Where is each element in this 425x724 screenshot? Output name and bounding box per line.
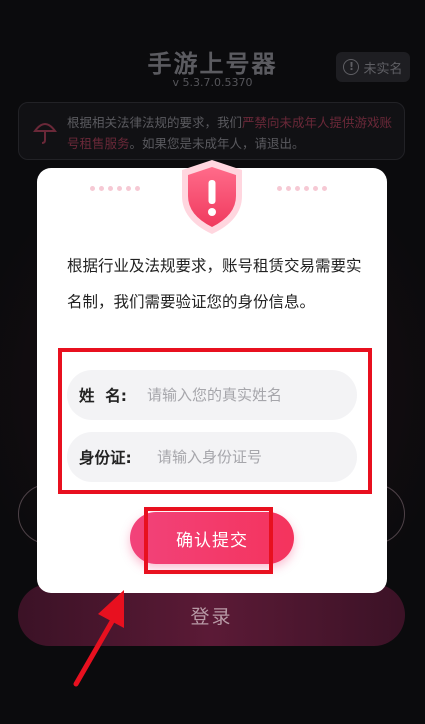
login-button[interactable]: 登录 bbox=[18, 584, 405, 646]
warning-shield-icon bbox=[182, 160, 242, 234]
verification-message: 根据行业及法规要求，账号租赁交易需要实名制，我们需要验证您的身份信息。 bbox=[67, 257, 362, 311]
decorative-dots-left bbox=[90, 186, 140, 191]
umbrella-icon bbox=[33, 123, 57, 144]
id-number-label: 身份证: bbox=[79, 449, 132, 467]
id-number-input[interactable] bbox=[157, 432, 347, 482]
decorative-dots-right bbox=[277, 186, 327, 191]
unverified-label: 未实名 bbox=[363, 61, 403, 77]
name-input[interactable] bbox=[147, 370, 347, 420]
confirm-submit-button[interactable]: 确认提交 bbox=[130, 512, 294, 564]
name-label: 姓 名: bbox=[79, 387, 127, 405]
unverified-button[interactable]: ! 未实名 bbox=[336, 52, 410, 82]
minor-notice: 根据相关法律法规的要求，我们严禁向未成年人提供游戏账号租售服务。如果您是未成年人… bbox=[18, 102, 405, 160]
verification-modal: 根据行业及法规要求，账号租赁交易需要实名制，我们需要验证您的身份信息。 姓 名:… bbox=[37, 160, 387, 593]
exclamation-icon: ! bbox=[343, 59, 360, 75]
notice-text: 根据相关法律法规的要求，我们严禁向未成年人提供游戏账号租售服务。如果您是未成年人… bbox=[67, 115, 393, 151]
id-number-field[interactable]: 身份证: bbox=[67, 432, 357, 482]
name-field[interactable]: 姓 名: bbox=[67, 370, 357, 420]
